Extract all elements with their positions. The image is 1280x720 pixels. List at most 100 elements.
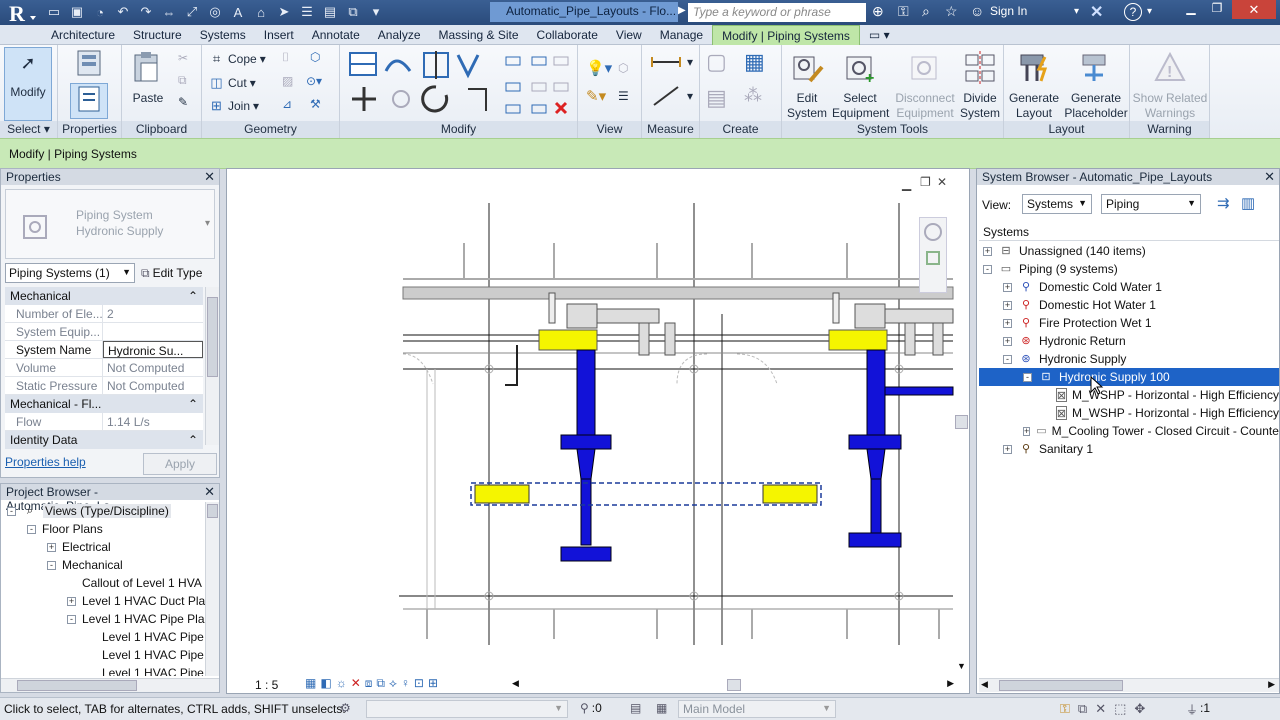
disconnect-equipment-button[interactable]: Disconnect Equipment [890,47,960,121]
signin-dropdown-icon[interactable]: ▾ [1074,6,1079,17]
expand-icon[interactable]: + [67,596,76,606]
tab-massing-site[interactable]: Massing & Site [430,25,528,45]
worksharing-icon[interactable]: ⊡ [414,676,424,691]
system-browser-item[interactable]: + ⚲ Fire Protection Wet 1 [979,314,1279,332]
apply-button[interactable]: Apply [143,453,217,475]
tab-architecture[interactable]: Architecture [42,25,124,45]
worksets-icon[interactable]: ⚙ [340,701,351,715]
create-assembly-icon[interactable]: ▦ [744,49,765,75]
cut-geometry-button[interactable]: ◫ Cut ▾ [208,74,255,91]
type-properties-button[interactable] [72,48,106,80]
analytical-model-icon[interactable]: ⊞ [428,676,438,691]
project-browser-item[interactable]: - ⌕ Views (Type/Discipline) [7,502,171,520]
project-browser-hscroll[interactable] [1,678,219,692]
collapse-icon[interactable]: - [1023,372,1032,382]
restore-button[interactable]: ❐ [1204,1,1230,19]
ribbon-minimize-toggle[interactable]: ▭ ▾ [860,25,899,45]
section-icon[interactable]: ➤ [274,2,294,22]
tab-analyze[interactable]: Analyze [369,25,430,45]
system-browser-hscroll[interactable]: ◀ ▶ [979,678,1279,692]
search-input[interactable]: Type a keyword or phrase [688,3,866,22]
properties-close-icon[interactable]: ✕ [204,169,215,185]
systems-column-header[interactable]: Systems [979,223,1279,241]
search-arrow-icon[interactable]: ▶ [678,5,686,16]
cope-button[interactable]: ⌗ Cope ▾ [208,50,266,67]
demolish-icon[interactable]: ⊙▾ [306,74,322,88]
create-similar-icon[interactable]: ⁂ [744,85,762,106]
project-browser-item[interactable]: + Electrical [47,538,111,556]
project-browser-vscroll[interactable] [205,502,219,676]
tab-insert[interactable]: Insert [255,25,303,45]
collapse-icon[interactable]: - [27,524,36,534]
system-browser-close-icon[interactable]: ✕ [1264,169,1275,185]
group-mechanical-flow[interactable]: Mechanical - Fl... ⌃ [5,395,203,413]
expand-icon[interactable]: + [1003,282,1012,292]
pick-icon[interactable]: ⚒ [310,97,321,111]
select-by-face-icon[interactable]: ⬚ [1114,701,1126,717]
design-options-panel-icon[interactable]: ▦ [656,701,667,715]
project-browser-item[interactable]: Level 1 HVAC Pipe [87,628,204,646]
dimension-icon[interactable]: ▾ [650,83,693,109]
project-browser-item[interactable]: Level 1 HVAC Pipe [87,646,204,664]
help-icon[interactable]: ? [1124,3,1142,21]
project-browser-item[interactable]: + Level 1 HVAC Duct Pla [67,592,205,610]
tab-manage[interactable]: Manage [651,25,712,45]
view-hscroll[interactable]: ◀ ▶ [512,678,954,692]
paste-button[interactable]: Paste [128,47,168,107]
create-parts-icon[interactable]: ▤ [706,85,727,111]
paint-icon[interactable]: ▨ [282,74,293,88]
system-browser-item[interactable]: + ⚲ Domestic Cold Water 1 [979,278,1279,296]
project-browser-close-icon[interactable]: ✕ [204,484,215,500]
group-identity-data[interactable]: Identity Data ⌃ [5,431,203,449]
cut-icon[interactable]: ✂ [178,51,188,65]
edit-type-button[interactable]: ⧉ Edit Type [141,266,202,281]
temporary-hide-icon[interactable]: ⟡ [389,676,397,691]
measure-icon[interactable]: ▾ [650,55,693,69]
undo-icon[interactable]: ↶ [113,2,133,22]
crop-view-icon[interactable]: ⧈ [365,676,373,691]
measure-icon[interactable]: ⇔ [159,2,179,22]
filter-counter[interactable]: ⏚:1 [1186,701,1210,718]
select-links-icon[interactable]: ⚿ [1060,701,1070,717]
model-select[interactable]: Main Model ▼ [678,700,836,718]
tab-structure[interactable]: Structure [124,25,191,45]
hide-bulb-icon[interactable]: 💡▾ [586,59,612,77]
expand-icon[interactable]: + [1023,426,1031,436]
match-type-icon[interactable]: ✎ [178,95,188,109]
expand-icon[interactable]: + [1003,444,1012,454]
design-options-counter[interactable]: ⚲:0 [580,701,602,715]
tab-annotate[interactable]: Annotate [303,25,369,45]
view-scale[interactable]: 1 : 5 [255,678,278,692]
system-browser-item[interactable]: + ⊟ Unassigned (140 items) [979,242,1279,260]
modify-button[interactable]: ➚ Modify [4,47,52,121]
select-equipment-button[interactable]: + Select Equipment [832,47,889,121]
drawing-area[interactable]: ▁ ❐ ✕ 1: 5 ▦ ◧ ☼ ✕ ⧈ ⧉ ⟡ ♀ ⊡ ⊞ ◀ ▶ ▼ [226,168,970,694]
qat-dropdown-icon[interactable]: ▾ [366,2,386,22]
generate-layout-button[interactable]: Generate Layout [1006,47,1062,121]
view-mode-select[interactable]: Systems ▼ [1022,194,1092,214]
view-vscroll[interactable]: ▼ [955,189,969,671]
copy-icon[interactable]: ⧉ [178,73,187,88]
system-browser-item[interactable]: + ⚲ Sanitary 1 [979,440,1279,458]
sync-icon[interactable]: ◔ [90,2,110,22]
group-mechanical[interactable]: Mechanical ⌃ [5,287,203,305]
system-browser-item[interactable]: - ▭ Piping (9 systems) [979,260,1279,278]
reveal-hidden-icon[interactable]: ♀ [401,676,410,691]
sign-in-link[interactable]: Sign In [990,4,1027,18]
system-browser-item[interactable]: - ⊡ Hydronic Supply 100 [979,367,1279,387]
system-browser-item[interactable]: ⊠ M_WSHP - Horizontal - High Efficiency [979,404,1279,422]
properties-scrollbar[interactable] [205,287,219,445]
exchange-apps-icon[interactable]: ✕ [1090,2,1103,22]
expand-icon[interactable]: + [1003,336,1012,346]
column-settings-icon[interactable]: ▥ [1241,194,1255,212]
project-browser-item[interactable]: - Mechanical [47,556,123,574]
project-browser-item[interactable]: Callout of Level 1 HVA [67,574,202,592]
system-browser-item[interactable]: + ⊛ Hydronic Return [979,332,1279,350]
expand-icon[interactable]: + [1003,300,1012,310]
create-group-icon[interactable]: ▢ [706,49,727,75]
thin-lines-icon[interactable]: ☰ [297,2,317,22]
paint-brush-icon[interactable]: ✎▾ [586,87,606,105]
save-icon[interactable]: ▣ [67,2,87,22]
project-browser-item[interactable]: - Level 1 HVAC Pipe Pla [67,610,205,628]
discipline-select[interactable]: Piping ▼ [1101,194,1201,214]
